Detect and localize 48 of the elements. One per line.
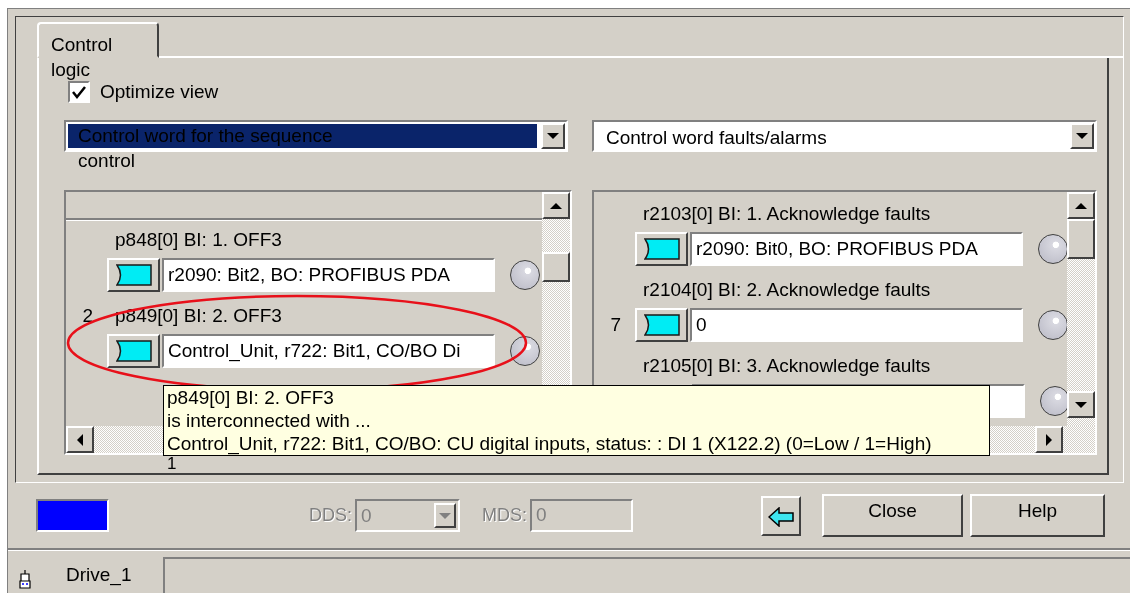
connect-button[interactable] xyxy=(635,232,688,266)
caret-icon xyxy=(1070,123,1094,149)
input-field[interactable]: r2090: Bit0, BO: PROFIBUS PDA xyxy=(690,232,1023,266)
checkbox[interactable] xyxy=(68,81,90,103)
scrollbar-thumb[interactable] xyxy=(542,252,570,282)
footnote-number: 1 xyxy=(166,457,178,471)
connect-button[interactable] xyxy=(635,308,688,342)
dropdown[interactable]: Control word for the sequence control xyxy=(64,120,568,173)
scroll-up-button[interactable] xyxy=(1067,192,1095,219)
connector-icon xyxy=(643,238,680,260)
indicator-lamp-icon xyxy=(1038,310,1067,340)
scroll-right-button[interactable] xyxy=(1035,426,1063,453)
scrollbar[interactable] xyxy=(1067,192,1095,426)
indicator-lamp-icon xyxy=(1040,386,1067,416)
connector-icon xyxy=(643,314,680,336)
connector-icon xyxy=(115,340,152,362)
dialog-button[interactable]: Help xyxy=(970,494,1105,537)
connect-button[interactable] xyxy=(107,334,160,368)
scrollbar-thumb[interactable] xyxy=(1067,219,1095,259)
input-field[interactable]: Control_Unit, r722: Bit1, CO/BO Di xyxy=(162,334,495,368)
scroll-up-button[interactable] xyxy=(542,192,570,219)
input-field[interactable]: 0 xyxy=(690,308,1023,342)
caret-icon xyxy=(434,503,456,528)
connect-button[interactable] xyxy=(107,258,160,292)
parameter-label: r2104[0] BI: 2. Acknowledge faults xyxy=(643,278,931,302)
tooltip: p849[0] BI: 2. OFF3 is interconnected with ... Control_Unit, r722: Bit1, CO/BO: CU digital inputs, status: : DI 1 (X122.2) (0=Low / 1=High) xyxy=(163,385,990,456)
arrow-left-icon xyxy=(768,506,794,527)
dropdown[interactable]: Control word faults/alarms xyxy=(592,120,1097,152)
parameter-label: p849[0] BI: 2. OFF3 xyxy=(115,304,282,328)
caret-icon xyxy=(541,123,565,149)
side-number: 7 xyxy=(610,314,621,335)
input-field[interactable]: r2090: Bit2, BO: PROFIBUS PDA xyxy=(162,258,495,292)
connector-icon xyxy=(115,264,152,286)
back-button[interactable] xyxy=(761,495,801,536)
indicator-lamp-icon xyxy=(510,336,540,366)
field-label: MDS: xyxy=(482,504,527,527)
scroll-down-button[interactable] xyxy=(1067,391,1095,418)
device-icon xyxy=(18,569,32,589)
indicator-lamp-icon xyxy=(1038,234,1067,264)
indicator-lamp-icon xyxy=(510,260,540,290)
device-name: Drive_1 xyxy=(66,563,132,587)
side-number: 2 xyxy=(82,305,93,326)
parameter-label: r2105[0] BI: 3. Acknowledge faults xyxy=(643,354,931,378)
field-label: DDS: xyxy=(309,504,352,527)
parameter-label: p848[0] BI: 1. OFF3 xyxy=(115,228,282,252)
parameter-label: r2103[0] BI: 1. Acknowledge faults xyxy=(643,202,931,226)
dialog-button[interactable]: Close xyxy=(822,494,963,537)
scroll-left-button[interactable] xyxy=(66,426,94,453)
